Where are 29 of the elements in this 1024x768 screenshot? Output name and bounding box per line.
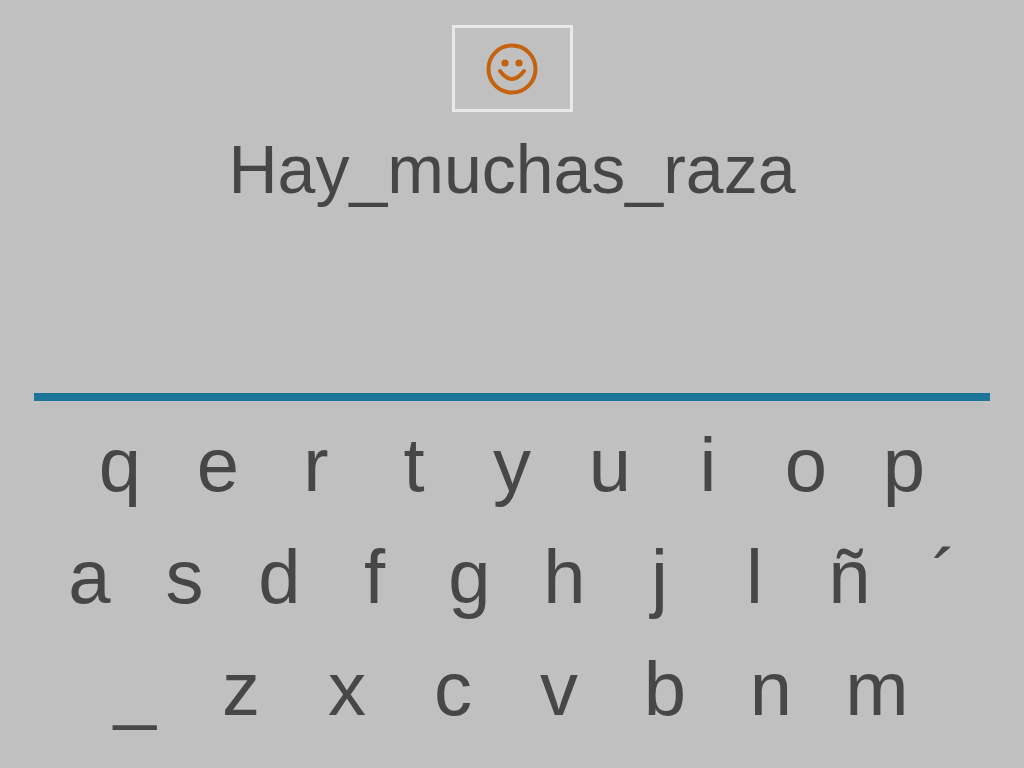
letter-key[interactable]: d — [232, 521, 327, 633]
prompt-text: Hay_muchas_raza — [228, 130, 796, 209]
letter-key[interactable]: a — [42, 521, 137, 633]
letter-key[interactable]: ñ — [802, 521, 897, 633]
letter-key[interactable]: x — [294, 633, 400, 745]
letter-key[interactable]: z — [188, 633, 294, 745]
letter-key[interactable]: r — [267, 409, 365, 521]
letter-key[interactable]: y — [463, 409, 561, 521]
letter-key[interactable]: b — [612, 633, 718, 745]
letter-key[interactable]: t — [365, 409, 463, 521]
letter-key[interactable]: i — [659, 409, 757, 521]
smiley-face-icon — [486, 42, 538, 95]
letter-key[interactable]: f — [327, 521, 422, 633]
letter-key[interactable]: v — [506, 633, 612, 745]
letter-key[interactable]: c — [400, 633, 506, 745]
letter-key[interactable]: u — [561, 409, 659, 521]
letter-key[interactable]: _ — [82, 633, 188, 745]
letter-key[interactable]: m — [824, 633, 930, 745]
letter-key[interactable]: o — [757, 409, 855, 521]
letter-key[interactable]: e — [169, 409, 267, 521]
letter-key[interactable]: ´ — [897, 521, 992, 633]
letter-key[interactable]: s — [137, 521, 232, 633]
letter-key[interactable]: n — [718, 633, 824, 745]
letter-key[interactable]: h — [517, 521, 612, 633]
letter-key[interactable]: j — [612, 521, 707, 633]
letter-key[interactable]: q — [71, 409, 169, 521]
letter-key[interactable]: g — [422, 521, 517, 633]
letter-key[interactable]: p — [855, 409, 953, 521]
letter-key[interactable]: l — [707, 521, 802, 633]
